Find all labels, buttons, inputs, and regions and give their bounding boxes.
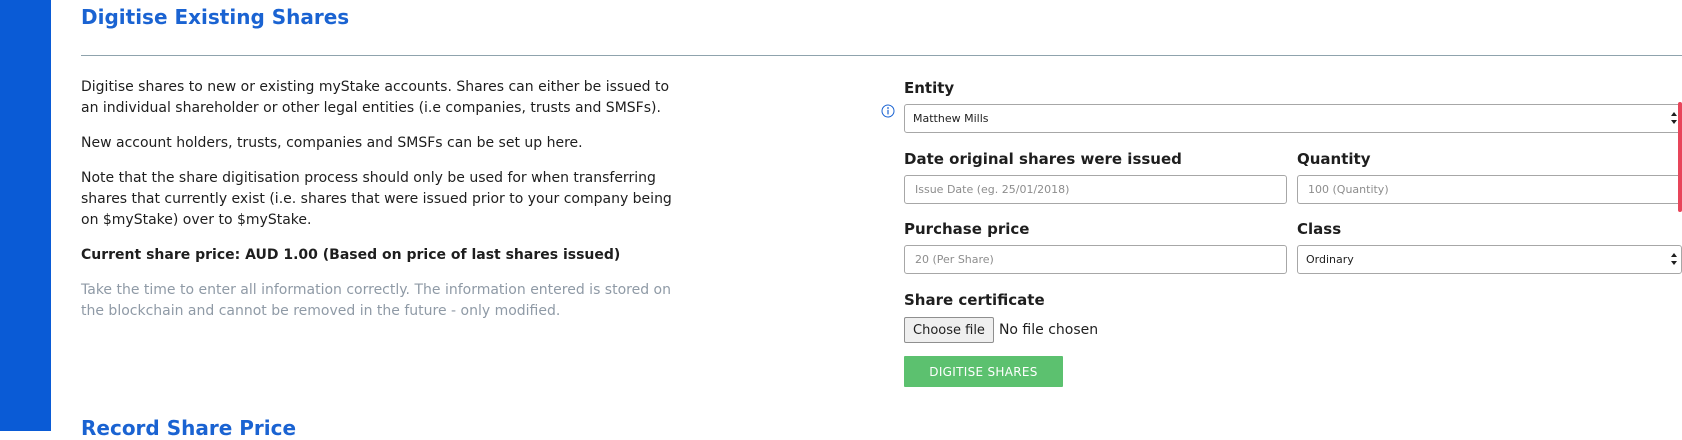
intro-paragraph-3: Note that the share digitisation process… [81,170,672,228]
purchase-price-input[interactable] [904,245,1287,274]
class-select-value: Ordinary [1306,253,1354,266]
share-certificate-file-input: Choose file No file chosen [904,317,1098,343]
file-status: No file chosen [998,322,1099,338]
info-circle-icon[interactable] [881,104,895,118]
entity-select[interactable]: Matthew Mills [904,104,1682,133]
current-share-price: Current share price: AUD 1.00 (Based on … [81,247,621,263]
intro-paragraph-1: Digitise shares to new or existing mySta… [81,79,670,116]
sidebar-strip [0,0,51,431]
next-section-title: Record Share Price [81,416,297,440]
select-updown-icon [1671,112,1677,124]
issue-date-label: Date original shares were issued [904,150,1182,168]
scroll-indicator [1678,102,1682,212]
purchase-price-label: Purchase price [904,220,1030,238]
issue-date-input[interactable] [904,175,1287,204]
intro-paragraph-2: New account holders, trusts, companies a… [81,135,583,151]
section-divider [81,55,1682,56]
select-updown-icon [1671,253,1677,265]
entity-select-value: Matthew Mills [913,112,989,125]
share-certificate-label: Share certificate [904,291,1045,309]
section-title: Digitise Existing Shares [81,5,350,29]
intro-text: Digitise shares to new or existing mySta… [81,77,681,336]
class-label: Class [1297,220,1342,238]
quantity-input[interactable] [1297,175,1682,204]
class-select[interactable]: Ordinary [1297,245,1682,274]
digitise-shares-button[interactable]: DIGITISE SHARES [904,356,1063,387]
blockchain-note: Take the time to enter all information c… [81,282,671,319]
choose-file-button[interactable]: Choose file [904,317,994,343]
entity-label: Entity [904,79,955,97]
quantity-label: Quantity [1297,150,1371,168]
